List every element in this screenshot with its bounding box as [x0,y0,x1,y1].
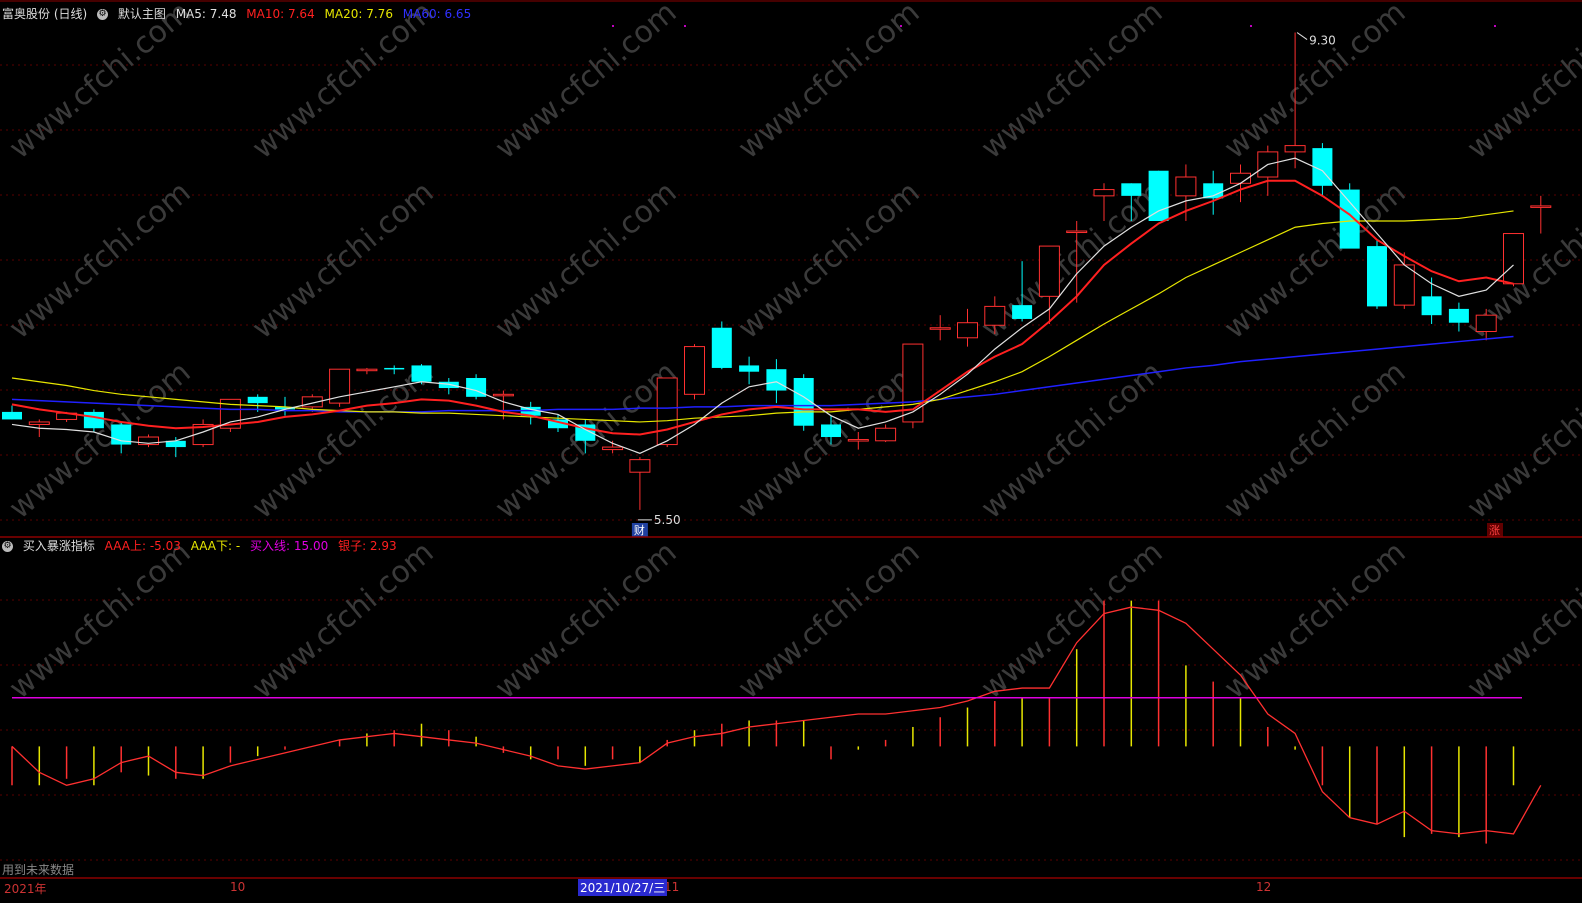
candle-body-up [1038,245,1060,297]
settings-gear-icon[interactable]: ⚙ [97,9,109,20]
axis-label-oct: 10 [230,880,246,894]
candle-body-down [247,396,268,404]
candle-body-down [83,411,104,429]
future-data-note: 用到未来数据 [2,863,75,877]
candle-body-up [1503,233,1524,285]
watermark-text: www.cfchi.com [489,535,684,706]
candle-body-up [629,459,651,473]
candle-body-up [847,439,869,442]
candle-body-down [1367,246,1387,307]
candle-body-down [411,365,432,382]
candle-body-up [1530,205,1552,208]
ma5-label: MA5: 7.48 [175,7,237,21]
watermark-text: www.cfchi.com [975,355,1170,526]
watermark-text: www.cfchi.com [1461,0,1582,166]
candle-body-up [1175,176,1197,197]
candle-body-down [2,411,22,420]
watermark-text: www.cfchi.com [732,0,927,166]
kline-chart-canvas[interactable]: www.cfchi.com www.cfchi.com www.cfchi.com w… [0,0,1582,903]
stock-title[interactable]: 富奥股份 (日线) [2,7,87,21]
ma10-label: MA10: 7.64 [246,7,315,21]
watermark-text: www.cfchi.com [3,0,198,166]
candle-body-up [492,393,514,397]
signal-dot [684,25,686,27]
watermark-text: www.cfchi.com [1461,355,1582,526]
candle-body-up [929,327,951,330]
candle-body-up [957,322,978,339]
watermark-text: www.cfchi.com [732,175,927,346]
ma20-label: MA20: 7.76 [324,7,393,21]
candle-body-down [438,381,459,389]
watermark-text: www.cfchi.com [1218,355,1413,526]
ma60-label: MA60: 6.65 [402,7,472,21]
candle-body-up [684,346,705,395]
candle-body-up [875,427,897,442]
high-price-label: 9.30 [1309,34,1336,48]
axis-label-dec: 12 [1256,880,1272,894]
candle-body-up [1393,264,1415,306]
candle-body-down [711,327,732,368]
candle-body-down [1339,189,1360,249]
watermark-text: www.cfchi.com [975,0,1170,166]
watermark-text: www.cfchi.com [975,535,1170,706]
finance-badge: 财 [634,523,645,537]
signal-dot [612,25,614,27]
indicator-legend: ⚙ 买入暴涨指标 AAA上: -5.03 AAA下: - 买入线: 15.00 … [2,538,403,554]
watermark-text: www.cfchi.com [246,175,441,346]
aaa-down-label: AAA下: - [190,539,241,553]
watermark-text: www.cfchi.com [1218,535,1413,706]
watermark-text: www.cfchi.com [732,355,927,526]
grid-lines [0,25,1582,861]
aaa-up-label: AAA上: -5.03 [104,539,181,553]
candle-body-down [766,369,787,391]
candle-body-down [739,365,760,372]
candle-body-up [602,446,624,451]
template-name[interactable]: 默认主图 [118,7,166,21]
candle-body-up [1475,314,1497,333]
candle-body-down [1421,296,1442,316]
low-price-label: 5.50 [654,513,681,527]
buy-line-label: 买入线: 15.00 [250,539,329,553]
watermark-text: www.cfchi.com [1218,0,1413,166]
candle-body-up [1093,189,1115,197]
candle-body-up [356,368,378,372]
candle-body-up [28,421,50,425]
limit-up-badge: 涨 [1489,524,1500,537]
watermark-text: www.cfchi.com [732,535,927,706]
candle-body-up [1284,145,1306,153]
candle-body-down [821,424,841,438]
candle-body-down [384,367,405,370]
watermark-text: www.cfchi.com [246,0,441,166]
cursor-date: 2021/10/27/三 [578,879,668,896]
candle-body-up [984,305,1006,326]
candle-body-down [1012,305,1033,319]
candle-body-down [1148,170,1169,221]
signal-dot [1250,25,1252,27]
indicator-title[interactable]: 买入暴涨指标 [23,539,95,553]
candle-body-up [1066,230,1088,234]
axis-label-year: 2021年 [4,882,47,896]
candle-body-down [1121,183,1142,196]
high-marker-pointer [1296,32,1308,40]
banker-label: 银子: 2.93 [338,539,397,553]
watermark-text: www.cfchi.com [246,535,441,706]
watermark-text: www.cfchi.com [1461,535,1582,706]
watermark-text: www.cfchi.com [489,0,684,166]
watermark-text: www.cfchi.com [3,535,198,706]
candle-body-up [656,377,678,446]
indicator-gear-icon[interactable]: ⚙ [2,541,13,552]
main-legend: 富奥股份 (日线) ⚙ 默认主图 MA5: 7.48 MA10: 7.64 MA… [2,6,477,22]
signal-dot [1494,25,1496,27]
candle-body-down [1448,308,1469,323]
